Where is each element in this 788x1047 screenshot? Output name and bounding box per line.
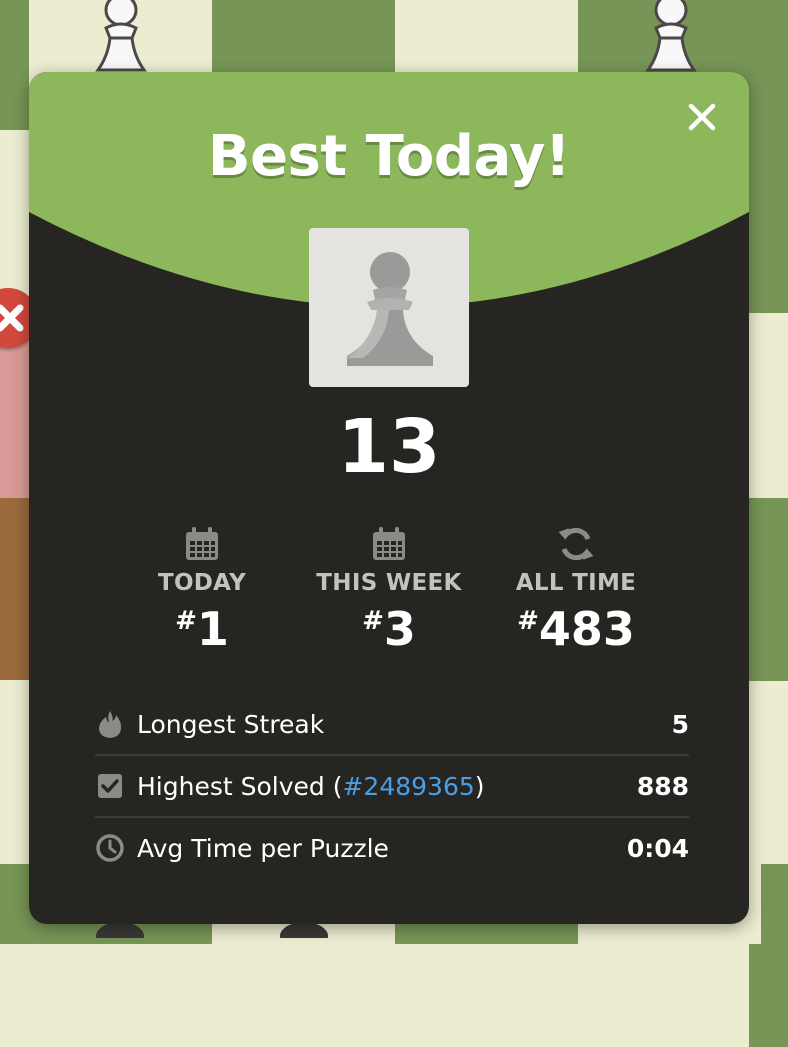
calendar-icon bbox=[186, 527, 218, 560]
rank-label: THIS WEEK bbox=[316, 570, 462, 596]
white-pawn-icon bbox=[645, 0, 697, 72]
rank-label: TODAY bbox=[157, 570, 247, 596]
pawn-icon bbox=[347, 252, 433, 366]
rank-value: #3 bbox=[362, 602, 416, 656]
stat-row-highest-solved: Highest Solved (#2489365) 888 bbox=[95, 756, 689, 818]
board-square bbox=[749, 313, 788, 498]
board-square bbox=[0, 0, 29, 130]
board-square bbox=[0, 864, 30, 944]
rank-all-time: ALL TIME #483 bbox=[476, 524, 676, 665]
stat-value: 888 bbox=[636, 771, 689, 801]
refresh-icon bbox=[558, 527, 594, 561]
best-today-modal: Best Today! 13 TODAY #1 THIS WEEK #3 ALL… bbox=[29, 72, 749, 924]
highlight-square-red bbox=[0, 330, 30, 498]
stat-label: Longest Streak bbox=[137, 709, 325, 739]
stat-row-avg-time: Avg Time per Puzzle 0:04 bbox=[95, 818, 689, 878]
pawn-badge bbox=[309, 228, 469, 387]
stat-label: Highest Solved (#2489365) bbox=[137, 771, 485, 801]
stat-value: 5 bbox=[671, 709, 689, 739]
rank-label: ALL TIME bbox=[515, 570, 637, 596]
flame-icon bbox=[99, 711, 122, 738]
highlight-square-brown bbox=[0, 498, 30, 680]
board-square bbox=[749, 130, 788, 313]
stat-row-longest-streak: Longest Streak 5 bbox=[95, 694, 689, 756]
puzzle-link[interactable]: #2489365 bbox=[342, 772, 474, 801]
checkbox-icon bbox=[98, 774, 122, 798]
clock-icon bbox=[96, 834, 124, 862]
calendar-icon bbox=[373, 527, 405, 560]
board-square bbox=[0, 680, 30, 864]
modal-title: Best Today! bbox=[207, 124, 571, 189]
stats-list: Longest Streak 5 Highest Solved (#248936… bbox=[95, 694, 689, 878]
rank-summary: TODAY #1 THIS WEEK #3 ALL TIME #483 bbox=[29, 524, 749, 664]
white-pawn-icon bbox=[95, 0, 147, 72]
rank-today: TODAY #1 bbox=[102, 524, 302, 665]
stat-label: Avg Time per Puzzle bbox=[137, 833, 389, 863]
rank-value: #1 bbox=[175, 602, 229, 656]
stat-value: 0:04 bbox=[626, 833, 689, 863]
board-square bbox=[749, 498, 788, 681]
rank-this-week: THIS WEEK #3 bbox=[289, 524, 489, 665]
rank-value: #483 bbox=[517, 602, 635, 656]
board-square bbox=[749, 681, 788, 864]
score-value: 13 bbox=[337, 404, 441, 490]
board-square bbox=[761, 0, 788, 130]
